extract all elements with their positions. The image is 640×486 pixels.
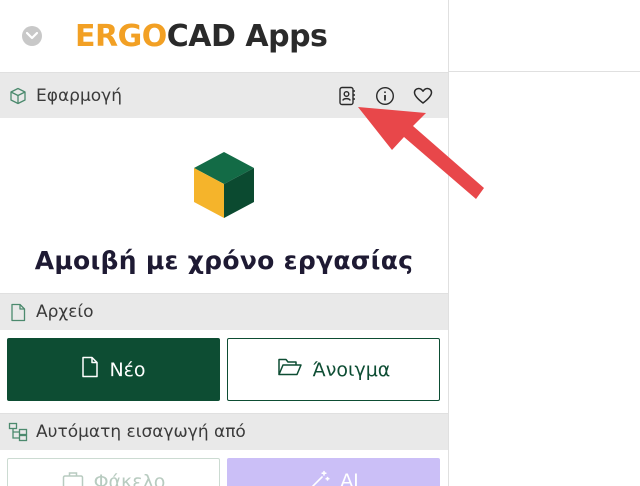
cube-icon	[8, 86, 28, 106]
file-icon	[8, 302, 28, 322]
application-card: Αμοιβή με χρόνο εργασίας	[0, 118, 448, 293]
open-file-label: Άνοιγμα	[312, 358, 391, 381]
right-panel	[449, 0, 640, 486]
new-file-button[interactable]: Νέο	[7, 338, 220, 401]
application-cube-icon	[192, 150, 256, 224]
open-file-button[interactable]: Άνοιγμα	[227, 338, 440, 401]
import-buttons: Φάκελο AI	[0, 450, 448, 486]
hierarchy-icon	[8, 422, 28, 442]
logo-apps: Apps	[245, 18, 328, 54]
top-bar: ERGO CAD Apps	[0, 0, 448, 72]
import-ai-button[interactable]: AI	[227, 458, 440, 486]
briefcase-icon	[62, 471, 84, 486]
application-title: Αμοιβή με χρόνο εργασίας	[34, 246, 414, 275]
folder-open-icon	[277, 357, 303, 382]
import-ai-label: AI	[340, 470, 359, 486]
new-file-label: Νέο	[109, 358, 146, 381]
file-section-label: Αρχείο	[36, 302, 94, 322]
chevron-down-icon[interactable]	[22, 26, 42, 46]
import-folder-button[interactable]: Φάκελο	[7, 458, 220, 486]
logo-cad: CAD	[166, 18, 236, 54]
import-folder-label: Φάκελο	[93, 471, 166, 486]
import-section-label: Αυτόματη εισαγωγή από	[36, 422, 246, 442]
application-section-header: Εφαρμογή	[0, 72, 448, 118]
logo-ergo: ERGO	[75, 18, 167, 54]
magic-wand-icon	[308, 470, 330, 486]
file-section-header: Αρχείο	[0, 293, 448, 330]
new-file-icon	[81, 356, 99, 383]
ergocad-logo: ERGO CAD Apps	[75, 18, 328, 54]
file-buttons: Νέο Άνοιγμα	[0, 330, 448, 413]
app-panel: ERGO CAD Apps Εφαρμογή Αμοιβή με χρόνο ε…	[0, 0, 449, 486]
application-section-label: Εφαρμογή	[36, 85, 123, 106]
application-actions	[337, 86, 448, 106]
info-icon[interactable]	[375, 86, 395, 106]
contact-book-icon[interactable]	[337, 86, 357, 106]
import-section-header: Αυτόματη εισαγωγή από	[0, 413, 448, 450]
heart-icon[interactable]	[413, 86, 433, 106]
right-panel-header	[449, 0, 640, 72]
